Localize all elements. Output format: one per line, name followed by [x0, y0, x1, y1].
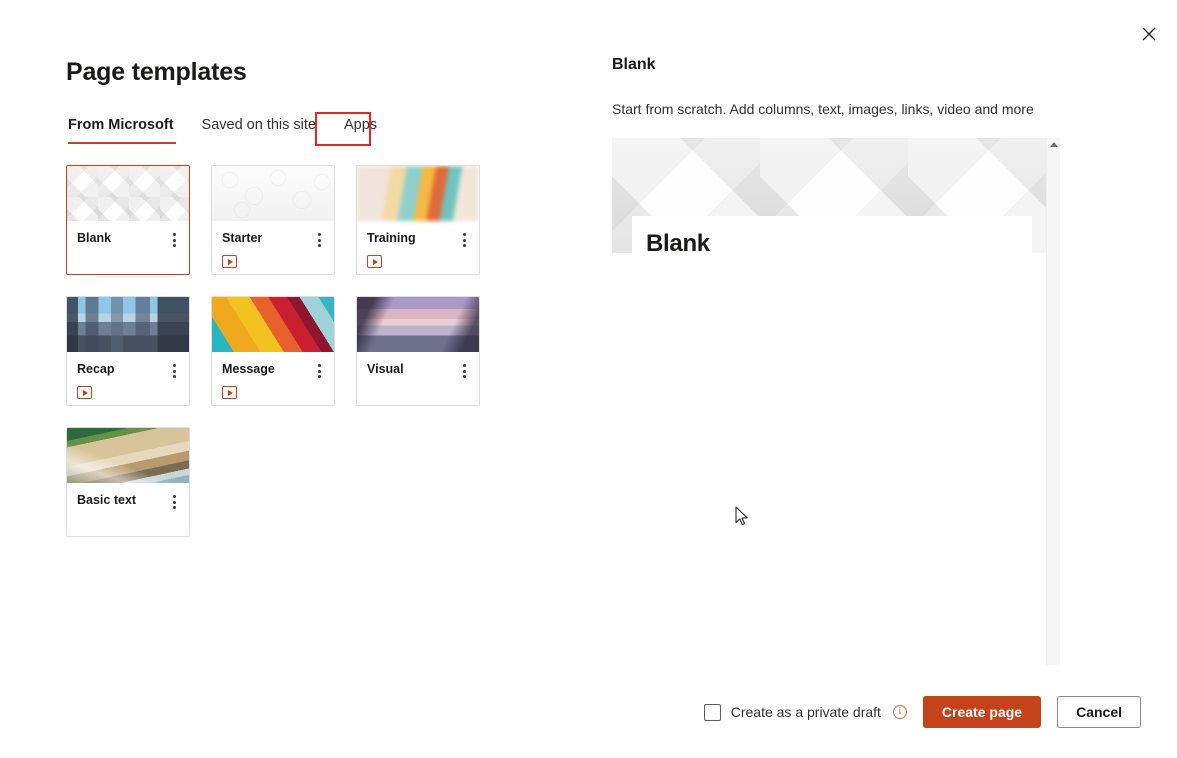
template-card-basic-text[interactable]: Basic text	[66, 427, 190, 537]
private-draft-label: Create as a private draft	[730, 704, 881, 720]
video-play-icon[interactable]	[367, 255, 382, 268]
template-card-visual[interactable]: Visual	[356, 296, 480, 406]
private-draft-checkbox[interactable]	[703, 703, 721, 721]
template-label: Starter	[222, 231, 263, 245]
template-thumbnail-blank	[67, 166, 189, 221]
template-preview-pane: Blank Start from scratch. Add columns, t…	[612, 56, 1062, 665]
video-play-icon[interactable]	[222, 255, 237, 268]
template-label: Basic text	[77, 493, 137, 507]
preview-title: Blank	[612, 56, 656, 73]
template-card-recap[interactable]: Recap	[66, 296, 190, 406]
more-options-icon[interactable]	[167, 361, 180, 378]
more-options-icon[interactable]	[167, 492, 180, 509]
preview-description: Start from scratch. Add columns, text, i…	[612, 101, 1034, 117]
template-thumbnail-starter	[212, 166, 334, 221]
template-label: Training	[367, 231, 416, 245]
video-play-icon[interactable]	[222, 386, 237, 399]
preview-page-heading: Blank	[646, 230, 710, 257]
page-templates-dialog: Page templates From Microsoft Saved on t…	[0, 0, 1177, 758]
template-thumbnail-training	[357, 166, 479, 221]
tab-apps[interactable]: Apps	[330, 113, 391, 144]
more-options-icon[interactable]	[167, 230, 180, 247]
more-options-icon[interactable]	[457, 361, 470, 378]
preview-frame: Blank	[612, 138, 1060, 665]
close-icon[interactable]	[1133, 18, 1165, 50]
template-card-message[interactable]: Message	[211, 296, 335, 406]
template-thumbnail-recap	[67, 297, 189, 352]
template-label: Visual	[367, 362, 404, 376]
cancel-button[interactable]: Cancel	[1057, 696, 1141, 728]
template-thumbnail-basic-text	[67, 428, 189, 483]
private-draft-checkbox-row[interactable]: Create as a private draft i	[703, 703, 907, 721]
info-icon[interactable]: i	[892, 705, 907, 719]
template-label: Recap	[77, 362, 115, 376]
template-thumbnail-visual	[357, 297, 479, 352]
tab-saved-on-this-site[interactable]: Saved on this site	[188, 113, 330, 144]
more-options-icon[interactable]	[312, 361, 325, 378]
more-options-icon[interactable]	[457, 230, 470, 247]
scroll-up-icon[interactable]	[1050, 142, 1058, 147]
more-options-icon[interactable]	[312, 230, 325, 247]
template-source-tabs: From Microsoft Saved on this site Apps	[66, 112, 566, 146]
preview-scrollbar[interactable]	[1046, 138, 1060, 665]
dialog-footer: Create as a private draft i Create page …	[703, 696, 1141, 728]
template-thumbnail-message	[212, 297, 334, 352]
template-card-grid: Blank Starter Training Recap Message Vis…	[66, 165, 566, 537]
template-card-blank[interactable]: Blank	[66, 165, 190, 275]
template-label: Blank	[77, 231, 112, 245]
preview-content-card: Blank	[632, 216, 1032, 665]
video-play-icon[interactable]	[77, 386, 92, 399]
tab-from-microsoft[interactable]: From Microsoft	[66, 113, 188, 144]
page-title: Page templates	[66, 58, 247, 86]
template-label: Message	[222, 362, 275, 376]
template-card-training[interactable]: Training	[356, 165, 480, 275]
create-page-button[interactable]: Create page	[922, 696, 1042, 728]
templates-pane: Page templates From Microsoft Saved on t…	[66, 58, 566, 537]
template-card-starter[interactable]: Starter	[211, 165, 335, 275]
